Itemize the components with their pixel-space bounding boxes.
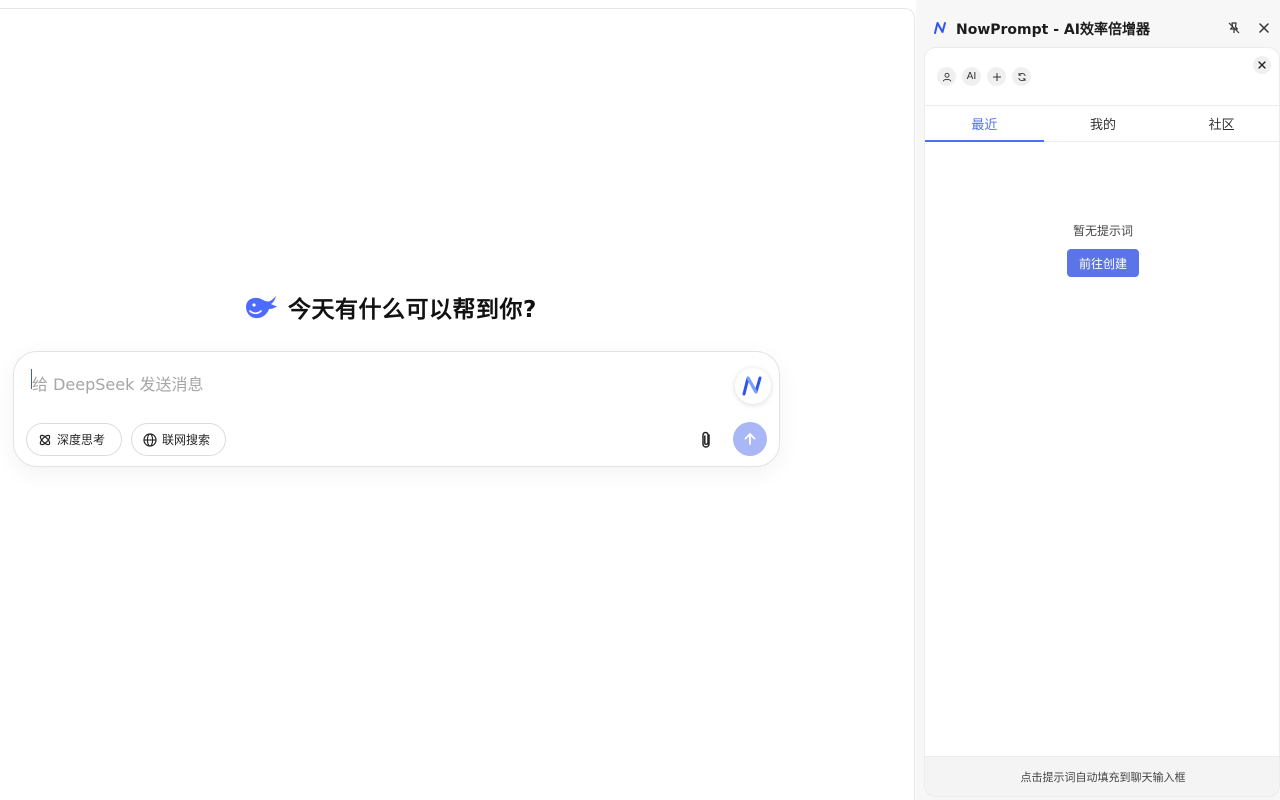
- empty-state-text: 暂无提示词: [1072, 224, 1133, 238]
- web-search-button[interactable]: 联网搜索: [131, 423, 226, 456]
- tab-community[interactable]: 社区: [1162, 106, 1279, 141]
- deep-think-icon: [39, 434, 51, 445]
- message-composer: 深度思考 联网搜索: [13, 351, 780, 467]
- nowprompt-side-panel: NowPrompt - AI效率倍增器 AI 最近 我的 社区 暂无提示词 前往…: [916, 0, 1280, 800]
- close-panel-icon[interactable]: [1258, 22, 1270, 34]
- text-caret: [31, 369, 32, 389]
- deep-think-button[interactable]: 深度思考: [26, 423, 122, 456]
- panel-footer-hint: 点击提示词自动填充到聊天输入框: [925, 756, 1279, 796]
- web-search-label: 联网搜索: [162, 433, 211, 447]
- user-icon: [942, 72, 951, 82]
- tab-recent[interactable]: 最近: [925, 106, 1044, 142]
- refresh-icon: [1017, 72, 1026, 81]
- attachment-icon[interactable]: [698, 430, 716, 450]
- deep-think-label: 深度思考: [57, 433, 106, 447]
- ai-label: AI: [966, 71, 977, 82]
- chat-main-area: 今天有什么可以帮到你? 深度思考 联网搜索: [0, 8, 915, 800]
- deepseek-whale-icon: [246, 296, 277, 319]
- prompt-tabs: 最近 我的 社区: [925, 105, 1279, 142]
- plus-icon: [992, 72, 1001, 81]
- card-close-button[interactable]: [1253, 56, 1271, 74]
- ai-button[interactable]: AI: [962, 67, 981, 86]
- nowprompt-badge-button[interactable]: [735, 368, 771, 404]
- unpin-icon[interactable]: [1227, 21, 1241, 35]
- arrow-up-icon: [744, 433, 756, 445]
- panel-toolbar: AI: [937, 67, 1031, 86]
- send-button[interactable]: [733, 422, 767, 456]
- nowprompt-logo-icon: [742, 376, 762, 396]
- go-create-button[interactable]: 前往创建: [1067, 249, 1139, 277]
- add-button[interactable]: [987, 67, 1006, 86]
- tab-mine[interactable]: 我的: [1044, 106, 1163, 141]
- close-icon: [1258, 61, 1266, 69]
- nowprompt-logo-icon: [934, 22, 946, 34]
- greeting-text: 今天有什么可以帮到你?: [288, 297, 537, 323]
- panel-title: NowPrompt - AI效率倍增器: [956, 22, 1150, 38]
- prompt-card: AI 最近 我的 社区 暂无提示词 前往创建 点击提示词自动填充到聊天输入框: [924, 47, 1280, 797]
- greeting: 今天有什么可以帮到你?: [244, 290, 537, 324]
- message-input[interactable]: [30, 364, 710, 404]
- refresh-button[interactable]: [1012, 67, 1031, 86]
- user-button[interactable]: [937, 67, 956, 86]
- panel-header: NowPrompt - AI效率倍增器: [916, 0, 1280, 48]
- globe-icon: [143, 432, 157, 447]
